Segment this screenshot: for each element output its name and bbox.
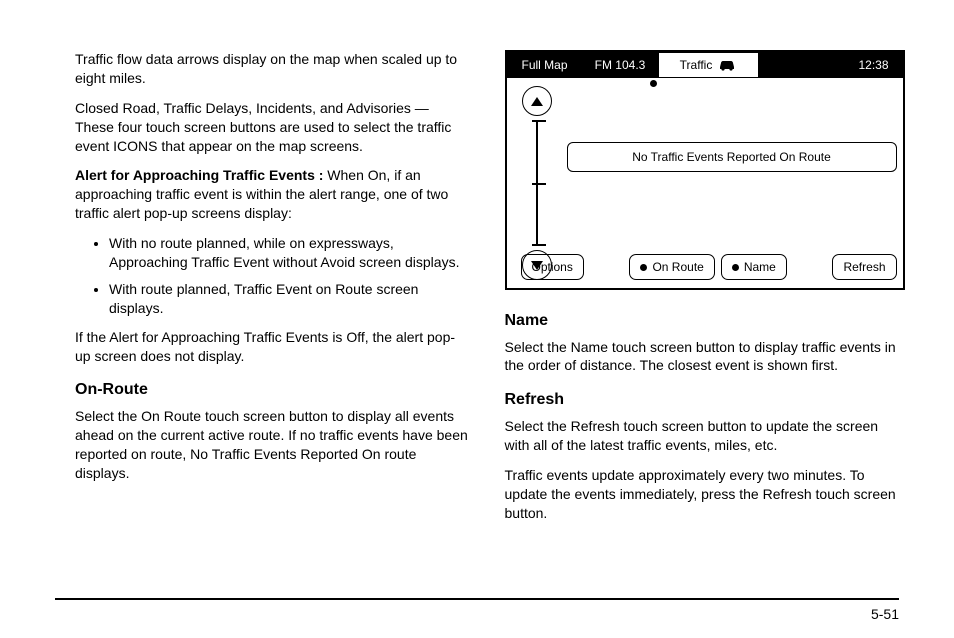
bullet-list: With no route planned, while on expressw… bbox=[75, 234, 470, 318]
device-bottom-bar: Options On Route Name Refresh bbox=[521, 254, 897, 280]
fm-preset-button[interactable]: FM 104.3 bbox=[583, 52, 659, 78]
traffic-tab-label: Traffic bbox=[680, 57, 713, 73]
active-dot-icon bbox=[732, 264, 739, 271]
list-item: With route planned, Traffic Event on Rou… bbox=[109, 280, 470, 318]
scroll-track bbox=[536, 120, 538, 246]
paragraph: If the Alert for Approaching Traffic Eve… bbox=[75, 328, 470, 366]
heading-on-route: On-Route bbox=[75, 379, 470, 401]
heading-name: Name bbox=[505, 310, 900, 332]
paragraph: Alert for Approaching Traffic Events : W… bbox=[75, 166, 470, 223]
paragraph: Select the On Route touch screen button … bbox=[75, 407, 470, 483]
full-map-button[interactable]: Full Map bbox=[507, 52, 583, 78]
name-button[interactable]: Name bbox=[721, 254, 787, 280]
car-icon bbox=[718, 60, 736, 71]
name-label: Name bbox=[744, 259, 776, 275]
heading-refresh: Refresh bbox=[505, 389, 900, 411]
no-events-banner: No Traffic Events Reported On Route bbox=[567, 142, 897, 172]
list-item: With no route planned, while on expressw… bbox=[109, 234, 470, 272]
paragraph: Traffic flow data arrows display on the … bbox=[75, 50, 470, 88]
left-column: Traffic flow data arrows display on the … bbox=[75, 50, 470, 533]
scroll-up-button[interactable] bbox=[522, 86, 552, 116]
top-bar-spacer bbox=[759, 52, 845, 78]
refresh-button[interactable]: Refresh bbox=[832, 254, 896, 280]
paragraph: Closed Road, Traffic Delays, Incidents, … bbox=[75, 99, 470, 156]
device-screenshot: Full Map FM 104.3 Traffic 12 bbox=[505, 50, 905, 290]
paragraph: Select the Name touch screen button to d… bbox=[505, 338, 900, 376]
paragraph: Select the Refresh touch screen button t… bbox=[505, 417, 900, 455]
inline-heading: Alert for Approaching Traffic Events : bbox=[75, 167, 323, 183]
on-route-label: On Route bbox=[652, 259, 703, 275]
device-top-bar: Full Map FM 104.3 Traffic 12 bbox=[507, 52, 903, 78]
right-column: Full Map FM 104.3 Traffic 12 bbox=[505, 50, 900, 533]
paragraph: Traffic events update approximately ever… bbox=[505, 466, 900, 523]
clock-display: 12:38 bbox=[845, 52, 903, 78]
active-tab-indicator-icon bbox=[650, 80, 657, 87]
page-number: 5-51 bbox=[871, 605, 899, 624]
traffic-tab[interactable]: Traffic bbox=[659, 52, 759, 78]
footer-rule bbox=[55, 598, 899, 600]
options-button[interactable]: Options bbox=[521, 254, 584, 280]
chevron-up-icon bbox=[531, 97, 543, 106]
active-dot-icon bbox=[640, 264, 647, 271]
on-route-button[interactable]: On Route bbox=[629, 254, 714, 280]
